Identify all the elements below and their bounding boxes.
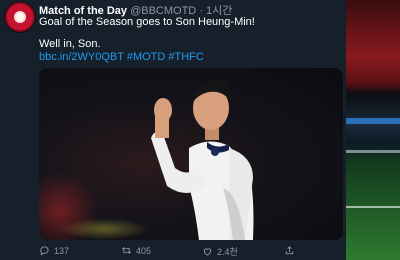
retweet-count: 405 <box>136 245 152 256</box>
hashtag-motd[interactable]: #MOTD <box>127 51 166 63</box>
stadium-banner <box>346 118 400 124</box>
share-button[interactable] <box>284 245 295 256</box>
tweet-links: bbc.in/2WY0QBT #MOTD #THFC <box>39 51 204 63</box>
reply-icon <box>40 246 49 256</box>
tweet[interactable]: Match of the Day @BBCMOTD · 1시간 Goal of … <box>0 0 346 260</box>
avatar-logo <box>14 11 26 23</box>
tweet-photo[interactable] <box>39 68 343 240</box>
retweet-icon <box>122 247 131 254</box>
like-button[interactable]: 2.4천 <box>202 245 238 258</box>
like-icon <box>203 248 212 256</box>
tweet-text-line2: Well in, Son. <box>39 38 101 50</box>
retweet-button[interactable]: 405 <box>121 245 151 256</box>
pitch-line <box>346 206 400 208</box>
reply-button[interactable]: 137 <box>39 245 69 256</box>
reply-count: 137 <box>54 245 70 256</box>
hashtag-thfc[interactable]: #THFC <box>168 51 203 63</box>
stadium-line <box>346 150 400 153</box>
tweet-text-line1: Goal of the Season goes to Son Heung-Min… <box>39 16 255 28</box>
player-photo <box>151 79 254 240</box>
share-icon <box>285 246 294 255</box>
tweet-actions: 137 405 2.4천 <box>39 245 339 259</box>
background-stadium-image <box>346 0 400 260</box>
tweet-link[interactable]: bbc.in/2WY0QBT <box>39 51 124 63</box>
avatar[interactable] <box>4 1 36 33</box>
like-count: 2.4천 <box>217 247 238 257</box>
